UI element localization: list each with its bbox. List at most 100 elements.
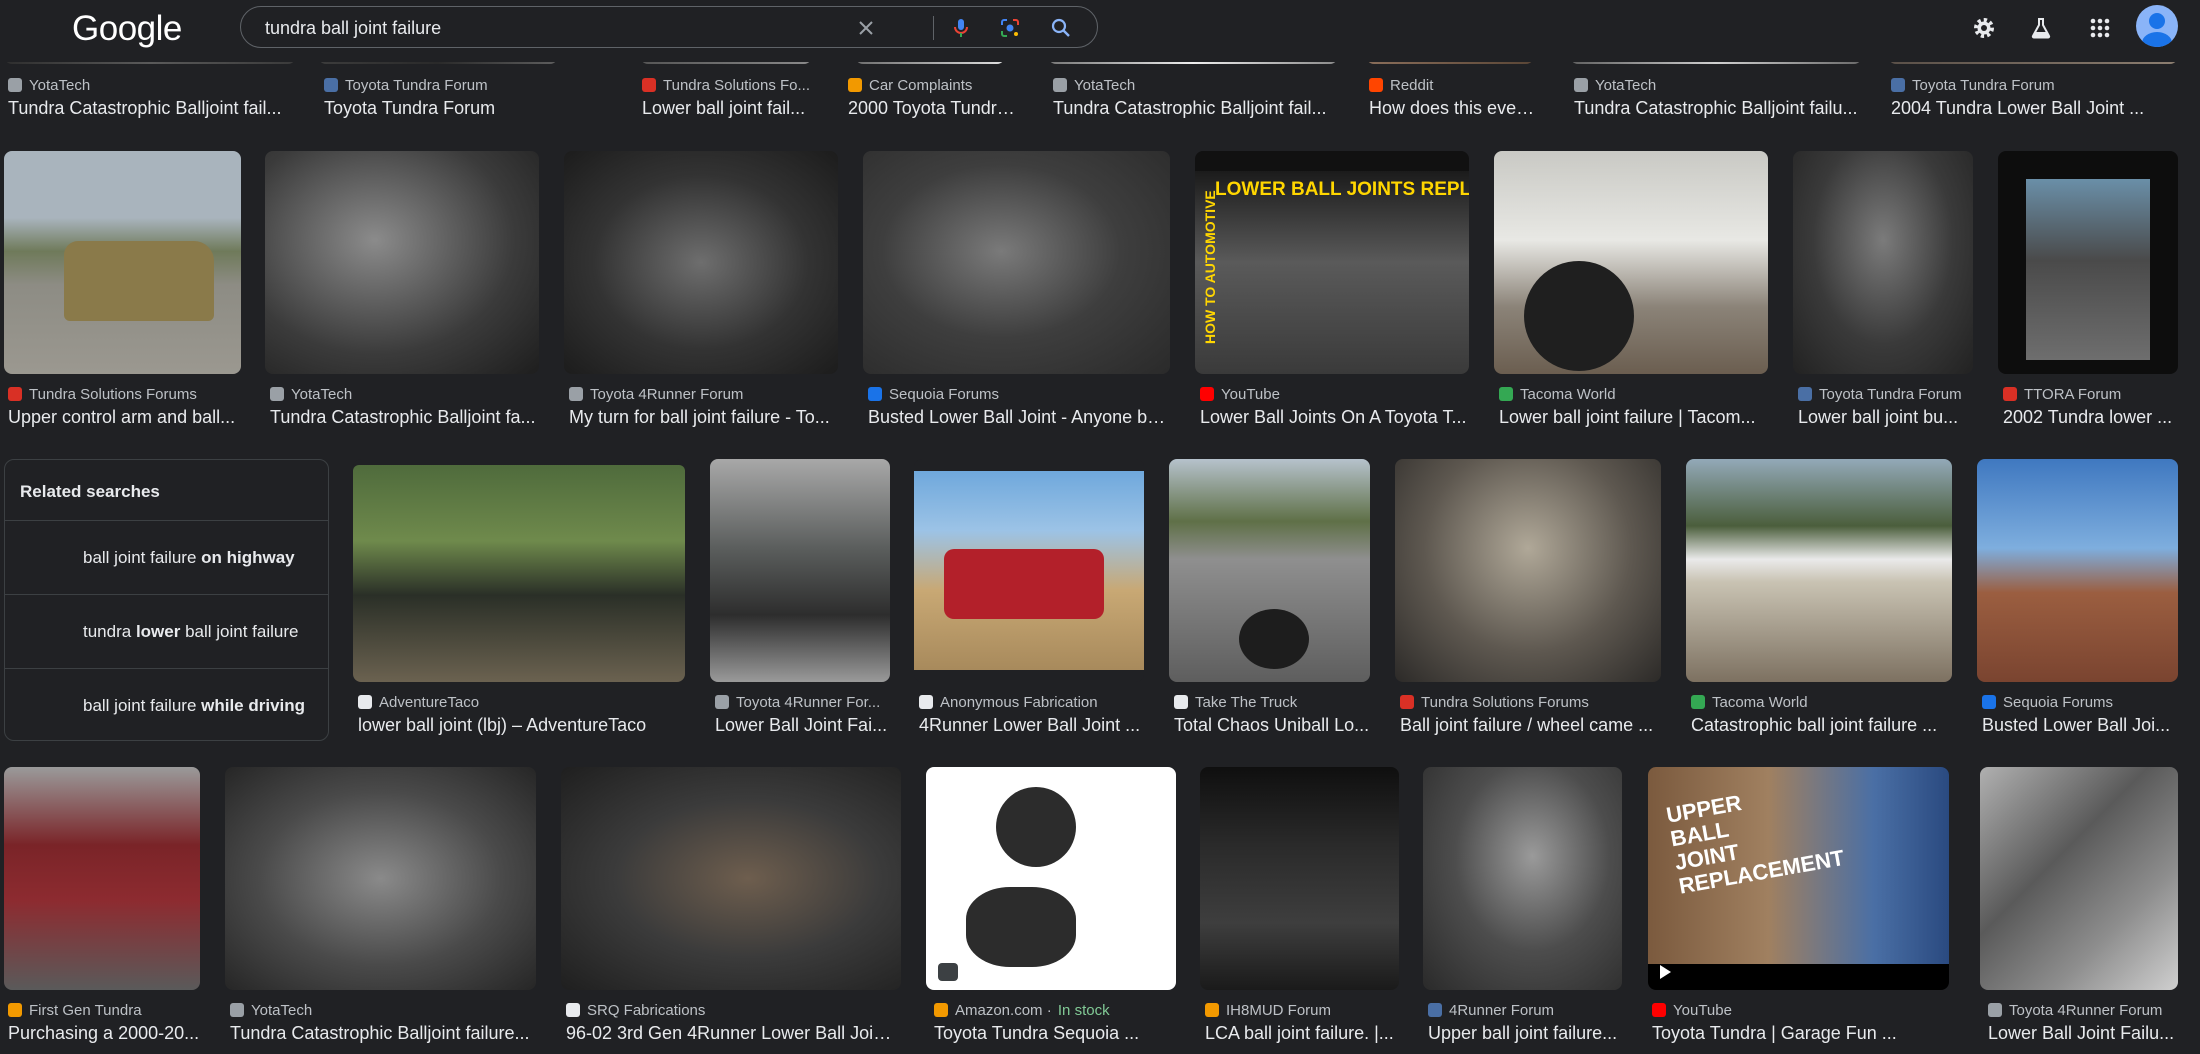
result-thumbnail[interactable] bbox=[1977, 459, 2178, 682]
result-title[interactable]: Toyota Tundra Forum bbox=[324, 98, 564, 120]
result-thumbnail[interactable] bbox=[1494, 151, 1768, 374]
result-title[interactable]: Busted Lower Ball Joint - Anyone be... bbox=[868, 407, 1168, 429]
result-thumbnail[interactable] bbox=[225, 767, 536, 990]
result-title[interactable]: Lower ball joint failure | Tacom... bbox=[1499, 407, 1767, 429]
lens-icon[interactable] bbox=[995, 13, 1025, 43]
result-thumbnail[interactable] bbox=[1793, 151, 1973, 374]
gear-icon[interactable] bbox=[1966, 10, 2002, 46]
result-title[interactable]: Toyota Tundra Sequoia ... bbox=[934, 1023, 1176, 1045]
result-thumbnail[interactable] bbox=[1980, 767, 2178, 990]
favicon-icon bbox=[8, 387, 22, 401]
result-title[interactable]: Upper control arm and ball... bbox=[8, 407, 244, 429]
result-thumbnail[interactable] bbox=[4, 767, 200, 990]
result-title[interactable]: Catastrophic ball joint failure ... bbox=[1691, 715, 1953, 737]
thumbnail-overlay-text: UPPER BALL JOINT REPLACEMENT bbox=[1664, 790, 1847, 899]
google-logo[interactable]: Google bbox=[72, 9, 182, 49]
result-title[interactable]: 2002 Tundra lower ... bbox=[2003, 407, 2179, 429]
result-thumbnail[interactable]: UPPER BALL JOINT REPLACEMENT bbox=[1648, 767, 1949, 990]
flask-icon[interactable] bbox=[2023, 10, 2059, 46]
result-source: YouTube bbox=[1652, 1001, 1948, 1019]
result-source: Sequoia Forums bbox=[1982, 693, 2178, 711]
result-thumbnail[interactable] bbox=[710, 459, 890, 682]
result-title[interactable]: 96-02 3rd Gen 4Runner Lower Ball Joint .… bbox=[566, 1023, 901, 1045]
result-thumbnail[interactable] bbox=[353, 459, 685, 682]
result-thumbnail[interactable] bbox=[926, 767, 1176, 990]
result-thumbnail[interactable] bbox=[561, 767, 901, 990]
result-title[interactable]: 2004 Tundra Lower Ball Joint ... bbox=[1891, 98, 2181, 120]
related-search-item[interactable]: ball joint failure while driving bbox=[5, 668, 328, 742]
result-title[interactable]: Lower ball joint bu... bbox=[1798, 407, 1974, 429]
result-source: AdventureTaco bbox=[358, 693, 683, 711]
result-thumbnail[interactable] bbox=[1169, 459, 1370, 682]
result-title[interactable]: Busted Lower Ball Joi... bbox=[1982, 715, 2178, 737]
mic-icon[interactable] bbox=[946, 13, 976, 43]
result-title[interactable]: Lower Ball Joints On A Toyota T... bbox=[1200, 407, 1468, 429]
close-icon[interactable] bbox=[851, 13, 881, 43]
favicon-icon bbox=[642, 78, 656, 92]
thumbnail-overlay-text: LOWER BALL JOINTS REPLACEMEN bbox=[1215, 179, 1469, 200]
result-title[interactable]: 2000 Toyota Tundra... bbox=[848, 98, 1020, 120]
related-search-thumbnail bbox=[15, 605, 69, 659]
result-title[interactable]: lower ball joint (lbj) – AdventureTaco bbox=[358, 715, 683, 737]
result-thumbnail[interactable]: LOWER BALL JOINTS REPLACEMEN HOW TO AUTO… bbox=[1195, 151, 1469, 374]
favicon-icon bbox=[569, 387, 583, 401]
favicon-icon bbox=[1798, 387, 1812, 401]
result-source: Tacoma World bbox=[1499, 385, 1767, 403]
result-title[interactable]: 4Runner Lower Ball Joint ... bbox=[919, 715, 1144, 737]
result-thumbnail[interactable] bbox=[1395, 459, 1661, 682]
avatar[interactable] bbox=[2136, 5, 2178, 47]
result-title[interactable]: Tundra Catastrophic Balljoint fail... bbox=[8, 98, 298, 120]
favicon-icon bbox=[1691, 695, 1705, 709]
result-title[interactable]: Lower Ball Joint Fai... bbox=[715, 715, 891, 737]
result-title[interactable]: Total Chaos Uniball Lo... bbox=[1174, 715, 1370, 737]
result-thumbnail[interactable] bbox=[1686, 459, 1952, 682]
apps-grid-icon[interactable] bbox=[2082, 10, 2118, 46]
result-thumbnail[interactable] bbox=[863, 151, 1170, 374]
result-title[interactable]: Ball joint failure / wheel came ... bbox=[1400, 715, 1662, 737]
result-title[interactable]: Upper ball joint failure... bbox=[1428, 1023, 1622, 1045]
favicon-icon bbox=[1574, 78, 1588, 92]
related-search-item[interactable]: tundra lower ball joint failure bbox=[5, 594, 328, 668]
result-thumbnail[interactable] bbox=[4, 151, 241, 374]
result-title[interactable]: Tundra Catastrophic Balljoint fail... bbox=[1053, 98, 1328, 120]
favicon-icon bbox=[324, 78, 338, 92]
result-source: First Gen Tundra bbox=[8, 1001, 200, 1019]
favicon-icon bbox=[230, 1003, 244, 1017]
favicon-icon bbox=[868, 387, 882, 401]
result-title[interactable]: Lower ball joint fail... bbox=[642, 98, 814, 120]
favicon-icon bbox=[1369, 78, 1383, 92]
result-title[interactable]: Purchasing a 2000-20... bbox=[8, 1023, 200, 1045]
related-searches-title: Related searches bbox=[20, 482, 160, 501]
result-thumbnail[interactable] bbox=[1200, 767, 1399, 990]
result-title[interactable]: Toyota Tundra | Garage Fun ... bbox=[1652, 1023, 1948, 1045]
favicon-icon bbox=[8, 1003, 22, 1017]
result-source: Toyota 4Runner Forum bbox=[569, 385, 837, 403]
favicon-icon bbox=[270, 387, 284, 401]
result-source: Toyota Tundra Forum bbox=[1798, 385, 1974, 403]
result-thumbnail[interactable] bbox=[914, 459, 1144, 682]
result-source: YotaTech bbox=[270, 385, 538, 403]
result-title[interactable]: Tundra Catastrophic Balljoint failure... bbox=[230, 1023, 536, 1045]
favicon-icon bbox=[1891, 78, 1905, 92]
favicon-icon bbox=[934, 1003, 948, 1017]
result-source: 4Runner Forum bbox=[1428, 1001, 1622, 1019]
result-thumbnail[interactable] bbox=[1423, 767, 1622, 990]
favicon-icon bbox=[1499, 387, 1513, 401]
result-title[interactable]: Tundra Catastrophic Balljoint fa... bbox=[270, 407, 538, 429]
search-icon[interactable] bbox=[1046, 13, 1076, 43]
favicon-icon bbox=[715, 695, 729, 709]
related-search-item[interactable]: ball joint failure on highway bbox=[5, 520, 328, 594]
result-title[interactable]: How does this even... bbox=[1369, 98, 1541, 120]
result-source: Tundra Solutions Forums bbox=[1400, 693, 1662, 711]
result-title[interactable]: My turn for ball joint failure - To... bbox=[569, 407, 837, 429]
result-title[interactable]: Tundra Catastrophic Balljoint failu... bbox=[1574, 98, 1864, 120]
search-box[interactable]: tundra ball joint failure bbox=[240, 6, 1098, 48]
search-input[interactable]: tundra ball joint failure bbox=[265, 18, 441, 39]
result-title[interactable]: Lower Ball Joint Failu... bbox=[1988, 1023, 2178, 1045]
result-thumbnail[interactable] bbox=[564, 151, 838, 374]
result-thumbnail[interactable] bbox=[1998, 151, 2178, 374]
result-thumbnail[interactable] bbox=[265, 151, 539, 374]
play-icon bbox=[1660, 965, 1671, 979]
result-title[interactable]: LCA ball joint failure. |... bbox=[1205, 1023, 1399, 1045]
result-source: Reddit bbox=[1369, 76, 1541, 94]
